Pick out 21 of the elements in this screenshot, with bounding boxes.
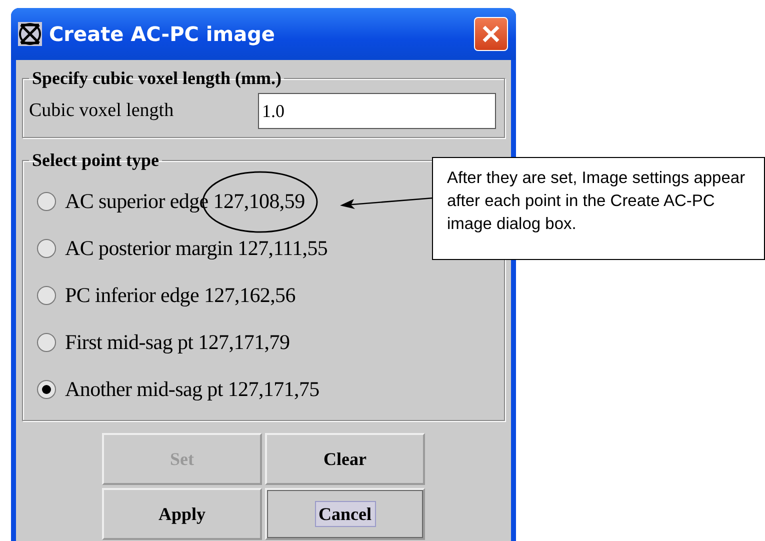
close-icon — [481, 24, 501, 44]
callout-text: After they are set, Image settings appear after each point in the Create AC-PC image dialog box. — [432, 157, 765, 260]
radio-button[interactable] — [37, 286, 56, 305]
radio-label: PC inferior edge 127,162,56 — [65, 283, 296, 307]
radio-label: Another mid-sag pt 127,171,75 — [65, 377, 320, 401]
close-button[interactable] — [474, 17, 508, 51]
dialog-button[interactable]: Cancel — [265, 488, 425, 540]
radio-button[interactable] — [37, 380, 56, 399]
group-title: Select point type — [31, 150, 160, 171]
group-title: Specify cubic voxel length (mm.) — [31, 68, 282, 89]
radio-button[interactable] — [37, 239, 56, 258]
radio-label: AC posterior margin 127,111,55 — [65, 236, 328, 260]
radio-label: First mid-sag pt 127,171,79 — [65, 330, 290, 354]
window-title: Create AC-PC image — [49, 22, 276, 46]
radio-button[interactable] — [37, 192, 56, 211]
app-icon — [17, 21, 43, 47]
radio-button[interactable] — [37, 333, 56, 352]
dialog-button[interactable]: Apply — [102, 488, 262, 540]
field-label: Cubic voxel length — [29, 100, 174, 122]
voxel-length-field[interactable]: 1.0 — [258, 93, 496, 129]
dialog-button[interactable]: Clear — [265, 433, 425, 485]
